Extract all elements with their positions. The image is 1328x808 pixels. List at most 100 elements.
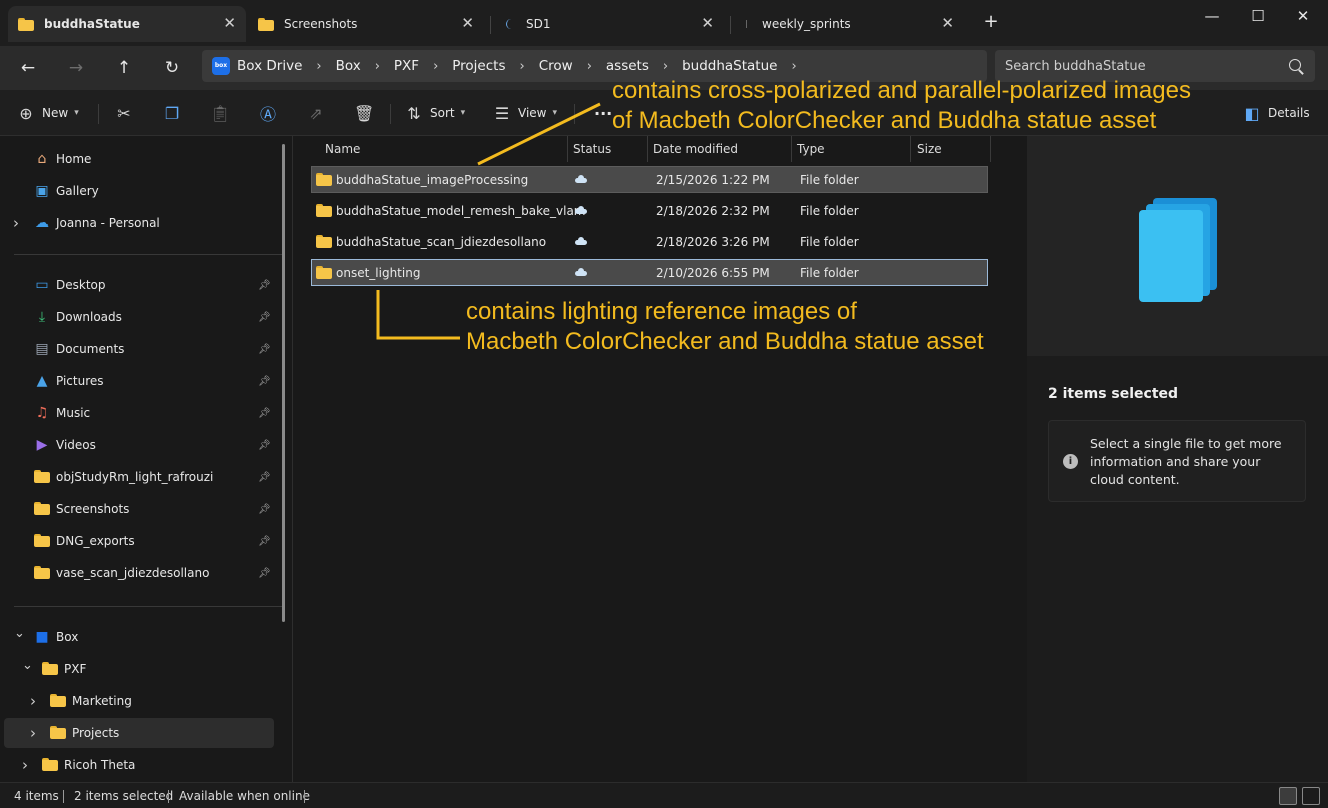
chevron-right-icon[interactable]: › (13, 214, 19, 232)
sidebar-item-downloads[interactable]: ⤓ Downloads 📌︎ (0, 302, 282, 332)
cut-button[interactable]: ✂ (114, 100, 134, 126)
minimize-button[interactable]: — (1197, 4, 1227, 28)
chevron-right-icon[interactable]: › (30, 692, 36, 710)
copy-button[interactable]: ❐ (162, 100, 182, 126)
chevron-down-icon[interactable]: ⌄ (22, 658, 33, 673)
pin-icon[interactable]: 📌︎ (258, 472, 271, 483)
file-row[interactable]: buddhaStatue_model_remesh_bake_vlam 2/18/… (311, 197, 988, 224)
search-input[interactable] (1005, 57, 1275, 75)
sidebar-item-objstudyrm-light-rafrouzi[interactable]: objStudyRm_light_rafrouzi 📌︎ (0, 462, 282, 492)
breadcrumb-pxf[interactable]: PXF (394, 58, 419, 74)
column-divider[interactable] (567, 136, 568, 162)
breadcrumb-assets[interactable]: assets (606, 58, 649, 74)
close-tab-icon[interactable]: ✕ (941, 14, 954, 32)
column-name[interactable]: Name (325, 142, 360, 156)
close-tab-icon[interactable]: ✕ (461, 14, 474, 32)
folder-icon (42, 661, 58, 677)
sidebar-item-gallery[interactable]: ▣ Gallery (0, 176, 282, 206)
chevron-right-icon[interactable]: › (520, 59, 525, 74)
pin-icon[interactable]: 📌︎ (258, 312, 271, 323)
sidebar-item-box[interactable]: ⌄ ■ Box (0, 622, 282, 652)
scrollbar[interactable] (282, 144, 285, 622)
more-options-button[interactable]: ··· (588, 100, 612, 126)
pin-icon[interactable]: 📌︎ (258, 408, 271, 419)
tab-divider (490, 16, 491, 34)
chevron-right-icon[interactable]: › (433, 59, 438, 74)
sidebar-item-vase-scan-jdiezdesollano[interactable]: vase_scan_jdiezdesollano 📌︎ (0, 558, 282, 588)
view-button[interactable]: ☰ View ▾ (492, 100, 557, 126)
maximize-button[interactable]: ☐ (1243, 4, 1273, 28)
column-type[interactable]: Type (797, 142, 825, 156)
chevron-right-icon[interactable]: › (791, 59, 796, 74)
pin-icon[interactable]: 📌︎ (258, 568, 271, 579)
pin-icon[interactable]: 📌︎ (258, 344, 271, 355)
breadcrumb-box[interactable]: Box (336, 58, 361, 74)
back-arrow-icon[interactable]: ← (14, 54, 42, 82)
sidebar-item-screenshots[interactable]: Screenshots 📌︎ (0, 494, 282, 524)
close-tab-icon[interactable]: ✕ (223, 14, 236, 32)
tiles-view-icon[interactable] (1302, 787, 1320, 805)
sidebar-item-ricoh-theta[interactable]: › Ricoh Theta (0, 750, 282, 780)
sidebar-item-music[interactable]: ♫ Music 📌︎ (0, 398, 282, 428)
paste-button[interactable]: 📋︎ (210, 100, 230, 126)
chevron-down-icon: ▾ (460, 108, 466, 118)
pin-icon[interactable]: 📌︎ (258, 504, 271, 515)
rename-button[interactable]: Ⓐ (258, 100, 278, 126)
chevron-right-icon[interactable]: › (30, 724, 36, 742)
sidebar-item-home[interactable]: ⌂ Home (0, 144, 282, 174)
breadcrumb-crow[interactable]: Crow (539, 58, 573, 74)
chevron-right-icon[interactable]: › (316, 59, 321, 74)
close-tab-icon[interactable]: ✕ (701, 14, 714, 32)
sidebar-item-joanna-personal[interactable]: › ☁ Joanna - Personal (0, 208, 282, 238)
pin-icon[interactable]: 📌︎ (258, 376, 271, 387)
share-button[interactable]: ⇗ (306, 100, 326, 126)
column-date-modified[interactable]: Date modified (653, 142, 738, 156)
column-size[interactable]: Size (917, 142, 942, 156)
pin-icon[interactable]: 📌︎ (258, 280, 271, 291)
up-arrow-icon[interactable]: ↑ (110, 54, 138, 82)
details-button[interactable]: ◧ Details (1242, 100, 1309, 126)
new-button[interactable]: ⊕ New ▾ (16, 100, 78, 126)
details-view-icon[interactable] (1279, 787, 1297, 805)
folder-icon (50, 693, 66, 709)
pin-icon[interactable]: 📌︎ (258, 536, 271, 547)
tab-screenshots[interactable]: Screenshots ✕ (248, 6, 484, 42)
file-row[interactable]: buddhaStatue_imageProcessing 2/15/2026 1:… (311, 166, 988, 193)
file-row[interactable]: onset_lighting 2/10/2026 6:55 PM File fold… (311, 259, 988, 286)
breadcrumb-projects[interactable]: Projects (452, 58, 505, 74)
forward-arrow-icon[interactable]: → (62, 54, 90, 82)
column-divider[interactable] (647, 136, 648, 162)
pin-icon[interactable]: 📌︎ (258, 440, 271, 451)
tab-buddhastatue[interactable]: buddhaStatue ✕ (8, 6, 246, 42)
close-window-button[interactable]: ✕ (1288, 4, 1318, 28)
search-icon[interactable] (1289, 59, 1301, 71)
sidebar-item-projects[interactable]: › Projects (4, 718, 274, 748)
column-divider[interactable] (910, 136, 911, 162)
new-tab-button[interactable]: + (976, 10, 1006, 34)
refresh-icon[interactable]: ↻ (158, 54, 186, 82)
column-status[interactable]: Status (573, 142, 611, 156)
info-card: i Select a single file to get more infor… (1048, 420, 1306, 502)
chevron-down-icon[interactable]: ⌄ (14, 626, 25, 641)
sidebar-item-documents[interactable]: ▤ Documents 📌︎ (0, 334, 282, 364)
document-icon: ▤ (35, 341, 49, 357)
chevron-right-icon[interactable]: › (587, 59, 592, 74)
file-row[interactable]: buddhaStatue_scan_jdiezdesollano 2/18/202… (311, 228, 988, 255)
sidebar-item-marketing[interactable]: › Marketing (0, 686, 282, 716)
sidebar-item-videos[interactable]: ▶ Videos 📌︎ (0, 430, 282, 460)
breadcrumb-buddhastatue[interactable]: buddhaStatue (682, 58, 777, 74)
tab-weekly-sprints[interactable]: weekly_sprints ✕ (736, 6, 964, 42)
column-divider[interactable] (990, 136, 991, 162)
column-divider[interactable] (791, 136, 792, 162)
sidebar-item-desktop[interactable]: ▭ Desktop 📌︎ (0, 270, 282, 300)
sort-button[interactable]: ⇅ Sort ▾ (404, 100, 465, 126)
chevron-right-icon[interactable]: › (22, 756, 28, 774)
sidebar-item-pxf[interactable]: ⌄ PXF (0, 654, 282, 684)
delete-button[interactable]: 🗑︎ (354, 100, 374, 126)
chevron-right-icon[interactable]: › (375, 59, 380, 74)
breadcrumb-box-drive[interactable]: Box Drive (237, 58, 302, 74)
chevron-right-icon[interactable]: › (663, 59, 668, 74)
sidebar-item-dng-exports[interactable]: DNG_exports 📌︎ (0, 526, 282, 556)
sidebar-item-pictures[interactable]: ▲ Pictures 📌︎ (0, 366, 282, 396)
tab-sd1[interactable]: SD1 ✕ (496, 6, 724, 42)
